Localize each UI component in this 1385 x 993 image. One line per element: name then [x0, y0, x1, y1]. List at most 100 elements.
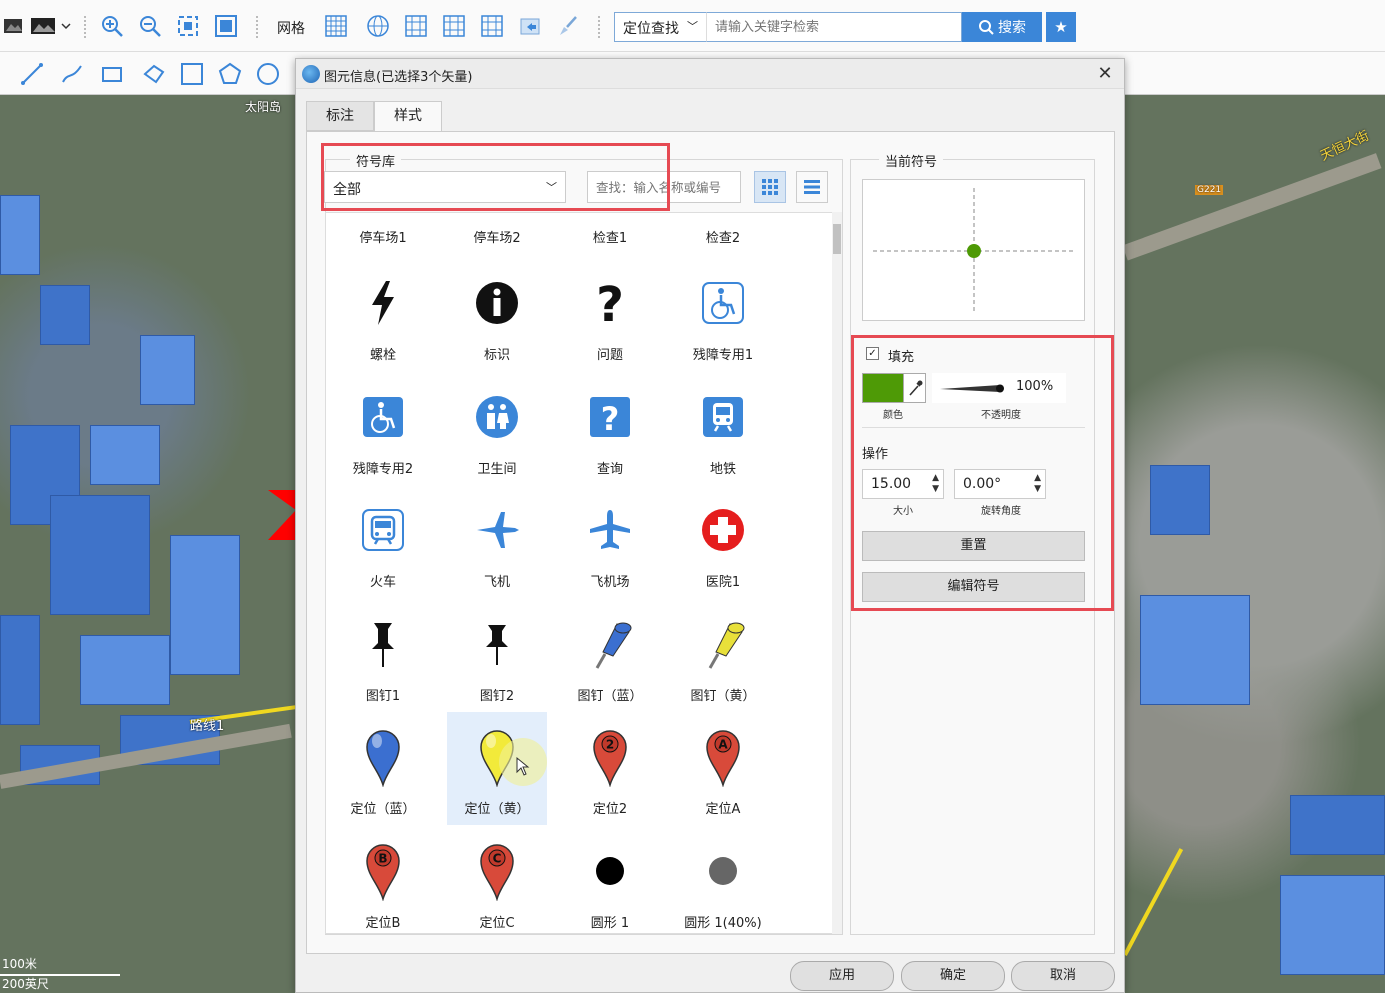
symbol-label: 定位C	[479, 915, 515, 931]
symbol-cell[interactable]: 地铁	[673, 372, 773, 485]
circle-40-icon	[698, 840, 748, 902]
nm-grid-icon[interactable]	[440, 12, 468, 40]
draw-freehand-icon[interactable]	[58, 60, 86, 88]
route-line	[1123, 848, 1184, 956]
symbol-cell[interactable]: C 定位C	[447, 826, 547, 934]
map-type-dropdown[interactable]	[28, 12, 74, 40]
locate-mode-select[interactable]: 定位查找 ﹀	[614, 12, 706, 42]
symbol-cell[interactable]: 火车	[333, 485, 433, 598]
subway-icon	[698, 386, 748, 448]
grid-view-button[interactable]	[754, 171, 786, 203]
dialog-titlebar[interactable]: 图元信息(已选择3个矢量) ✕	[296, 59, 1124, 89]
search-input[interactable]	[706, 12, 962, 42]
draw-pentagon-icon[interactable]	[216, 60, 244, 88]
export-icon[interactable]	[516, 12, 544, 40]
toolbar-separator	[256, 16, 258, 38]
symbol-label: 医院1	[705, 575, 741, 590]
km-grid-icon[interactable]	[402, 12, 430, 40]
symbol-cell[interactable]: 图钉1	[333, 599, 433, 712]
symbol-cell[interactable]: 图钉（蓝）	[560, 599, 660, 712]
pin-2-icon: 2	[585, 726, 635, 788]
zoom-extent-icon[interactable]	[174, 12, 202, 40]
symbol-cell[interactable]: 残障专用2	[333, 372, 433, 485]
symbol-cell[interactable]: 圆形 1(40%)	[673, 826, 773, 934]
symbol-label: 图钉（黄）	[690, 688, 756, 704]
clear-brush-icon[interactable]	[554, 12, 582, 40]
symbol-cell[interactable]: B 定位B	[333, 826, 433, 934]
pushpin-blue-icon	[585, 613, 635, 675]
search-button[interactable]: 搜索	[962, 12, 1042, 42]
svg-text:C: C	[493, 851, 502, 865]
symbol-label: 火车	[369, 575, 396, 590]
symbol-cell[interactable]: 定位（蓝）	[333, 712, 433, 825]
pin-blue-icon	[358, 726, 408, 788]
apply-button[interactable]: 应用	[790, 961, 894, 991]
main-toolbar: 网格 定位查找 ﹀ 搜索 ★	[0, 0, 1385, 52]
current-symbol-dot	[967, 244, 981, 258]
image-layer-icon[interactable]	[0, 12, 28, 40]
symbol-cell[interactable]: 圆形 1	[560, 826, 660, 934]
symbol-grid-scrollbar[interactable]	[832, 212, 842, 934]
favorite-button[interactable]: ★	[1046, 12, 1076, 42]
building	[1290, 795, 1385, 855]
tab-style[interactable]: 样式	[374, 101, 442, 132]
tab-label[interactable]: 标注	[306, 101, 374, 131]
locate-mode-value: 定位查找	[623, 21, 679, 37]
scrollbar-thumb[interactable]	[833, 224, 841, 254]
symbol-cell[interactable]: ? 问题	[560, 258, 660, 371]
grid-view-icon	[762, 179, 778, 195]
symbol-label: 标识	[483, 348, 510, 363]
draw-rectangle-icon[interactable]	[98, 60, 126, 88]
symbol-cell[interactable]: 标识	[447, 258, 547, 371]
symbol-label: 图钉（蓝）	[577, 688, 643, 704]
symbol-cell[interactable]: 图钉（黄）	[673, 599, 773, 712]
hospital-icon	[698, 499, 748, 561]
symbol-cell[interactable]: 螺栓	[333, 258, 433, 371]
full-extent-icon[interactable]	[212, 12, 240, 40]
draw-polygon-icon[interactable]	[140, 60, 168, 88]
mgrs-grid-icon[interactable]	[478, 12, 506, 40]
list-view-button[interactable]	[796, 171, 828, 203]
symbol-label: 停车场2	[473, 231, 521, 246]
circle-icon	[585, 840, 635, 902]
globe-grid-icon[interactable]	[364, 12, 392, 40]
grid-icon[interactable]	[322, 12, 350, 40]
symbol-label: 定位A	[705, 802, 741, 817]
cancel-button[interactable]: 取消	[1011, 961, 1115, 991]
symbol-cell[interactable]: 残障专用1	[673, 258, 773, 371]
grid-label: 网格	[277, 21, 305, 37]
zoom-out-icon[interactable]	[136, 12, 164, 40]
symbol-grid: 停车场1 停车场2 检查1 检查2 螺栓 标识? 问题 残障专用1 残障专用2 卫生间? 查…	[325, 212, 833, 934]
symbol-cell[interactable]: 卫生间	[447, 372, 547, 485]
symbol-cell[interactable]: 定位（黄）	[447, 712, 547, 825]
symbol-cell[interactable]: 图钉2	[447, 599, 547, 712]
app-icon	[302, 65, 320, 83]
symbol-cell[interactable]: A 定位A	[673, 712, 773, 825]
symbol-cell[interactable]: ? 查询	[560, 372, 660, 485]
zoom-in-icon[interactable]	[98, 12, 126, 40]
symbol-cell[interactable]: 飞机场	[560, 485, 660, 598]
symbol-label: 圆形 1	[590, 915, 630, 931]
pin-c-icon: C	[472, 840, 522, 902]
building	[1150, 465, 1210, 535]
symbol-cell[interactable]: 医院1	[673, 485, 773, 598]
draw-circle-icon[interactable]	[254, 60, 282, 88]
symbol-cell[interactable]: 飞机	[447, 485, 547, 598]
symbol-label: 定位（黄）	[464, 802, 530, 817]
symbol-cell[interactable]: 2 定位2	[560, 712, 660, 825]
building	[40, 285, 90, 345]
cursor-highlight	[499, 738, 547, 786]
pin-a-icon: A	[698, 726, 748, 788]
ok-button[interactable]: 确定	[901, 961, 1005, 991]
building	[0, 615, 40, 725]
highlight-box	[851, 335, 1114, 611]
close-icon[interactable]: ✕	[1094, 63, 1116, 85]
toolbar-separator	[598, 16, 600, 38]
draw-line-icon[interactable]	[18, 60, 46, 88]
building	[90, 425, 160, 485]
airplane-icon	[472, 499, 522, 561]
symbol-label: 圆形 1(40%)	[684, 915, 762, 931]
draw-square-icon[interactable]	[178, 60, 206, 88]
building	[1280, 875, 1385, 975]
mouse-cursor-icon	[516, 756, 530, 776]
